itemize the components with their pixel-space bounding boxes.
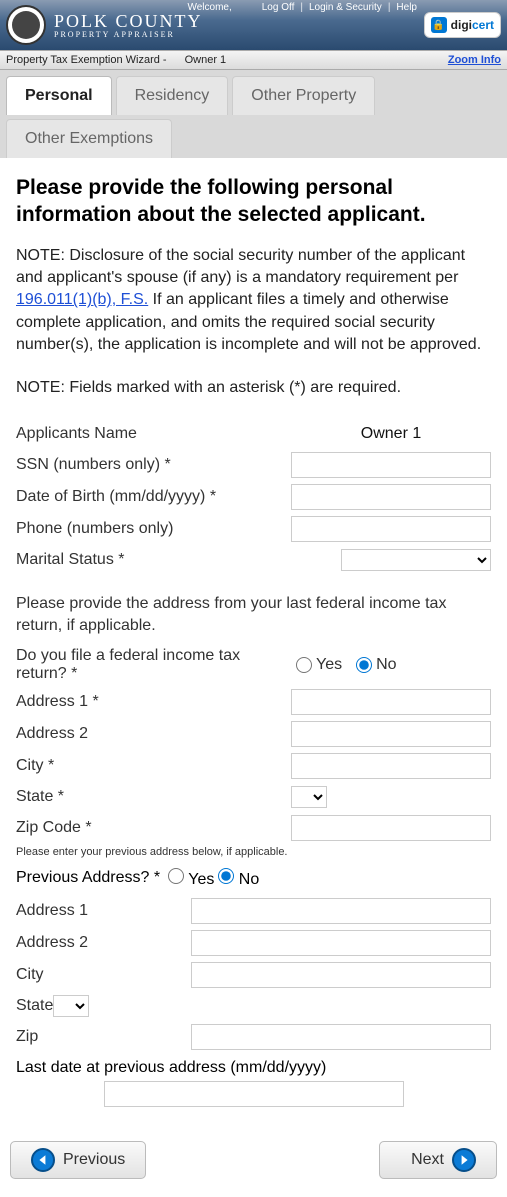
next-button-label: Next: [411, 1151, 444, 1169]
prev-address1-label: Address 1: [16, 902, 88, 920]
applicants-name-value: Owner 1: [291, 425, 491, 443]
welcome-label: Welcome,: [187, 2, 231, 13]
prev-state-select[interactable]: [53, 995, 89, 1017]
prev-address1-input[interactable]: [191, 898, 491, 924]
prev-city-label: City: [16, 966, 44, 984]
federal-return-question: Do you file a federal income tax return?…: [16, 647, 286, 683]
address1-label: Address 1 *: [16, 693, 291, 711]
marital-label: Marital Status *: [16, 551, 341, 569]
prev-zip-input[interactable]: [191, 1024, 491, 1050]
city-label: City *: [16, 757, 291, 775]
previous-no-radio[interactable]: [218, 868, 234, 884]
last-date-label: Last date at previous address (mm/dd/yyy…: [16, 1059, 491, 1077]
dob-input[interactable]: [291, 484, 491, 510]
wizard-owner: Owner 1: [185, 54, 227, 66]
federal-no-option[interactable]: No: [356, 656, 396, 674]
phone-label: Phone (numbers only): [16, 520, 291, 538]
login-security-link[interactable]: Login & Security: [309, 2, 382, 13]
tab-other-exemptions[interactable]: Other Exemptions: [6, 119, 172, 158]
brand-main: POLK COUNTY: [54, 11, 203, 32]
dob-label: Date of Birth (mm/dd/yyyy) *: [16, 488, 291, 506]
nav-bar: Previous Next: [0, 1127, 507, 1197]
note-ssn-disclosure: NOTE: Disclosure of the social security …: [16, 245, 491, 357]
prev-city-input[interactable]: [191, 962, 491, 988]
state-select[interactable]: [291, 786, 327, 808]
city-input[interactable]: [291, 753, 491, 779]
state-label: State *: [16, 788, 291, 806]
federal-yes-radio[interactable]: [296, 657, 312, 673]
previous-button-label: Previous: [63, 1151, 125, 1169]
previous-address-question: Previous Address? *: [16, 869, 160, 887]
ssn-input[interactable]: [291, 452, 491, 478]
logoff-link[interactable]: Log Off: [262, 2, 295, 13]
tab-other-property[interactable]: Other Property: [232, 76, 375, 115]
marital-select[interactable]: [341, 549, 491, 571]
phone-input[interactable]: [291, 516, 491, 542]
prev-state-label: State: [16, 997, 53, 1015]
brand-block: POLK COUNTY PROPERTY APPRAISER: [54, 11, 203, 39]
zoom-info-link[interactable]: Zoom Info: [448, 54, 501, 66]
county-seal-icon: [6, 5, 46, 45]
previous-yes-radio[interactable]: [168, 868, 184, 884]
tab-residency[interactable]: Residency: [116, 76, 229, 115]
page-heading: Please provide the following personal in…: [16, 174, 491, 229]
federal-address-text: Please provide the address from your las…: [16, 593, 491, 638]
statute-link[interactable]: 196.011(1)(b), F.S.: [16, 291, 148, 308]
ssn-label: SSN (numbers only) *: [16, 456, 291, 474]
zip-label: Zip Code *: [16, 819, 291, 837]
prev-zip-label: Zip: [16, 1028, 38, 1046]
top-links: Welcome, Log Off | Login & Security | He…: [187, 2, 417, 13]
zip-input[interactable]: [291, 815, 491, 841]
help-link[interactable]: Help: [396, 2, 417, 13]
last-date-input[interactable]: [104, 1081, 404, 1107]
previous-address-note: Please enter your previous address below…: [16, 846, 491, 858]
lock-icon: 🔒: [431, 17, 447, 33]
address2-input[interactable]: [291, 721, 491, 747]
content-panel: Please provide the following personal in…: [0, 162, 507, 1127]
digicert-badge[interactable]: 🔒 digicert: [424, 12, 501, 38]
next-button[interactable]: Next: [379, 1141, 497, 1179]
previous-no-option[interactable]: No: [218, 868, 259, 889]
wizard-breadcrumb-bar: Property Tax Exemption Wizard - Owner 1 …: [0, 50, 507, 70]
note-required-fields: NOTE: Fields marked with an asterisk (*)…: [16, 377, 491, 399]
wizard-title: Property Tax Exemption Wizard -: [6, 54, 167, 66]
federal-no-radio[interactable]: [356, 657, 372, 673]
tab-personal[interactable]: Personal: [6, 76, 112, 115]
arrow-right-icon: [452, 1148, 476, 1172]
federal-yes-option[interactable]: Yes: [296, 656, 342, 674]
address1-input[interactable]: [291, 689, 491, 715]
top-banner: POLK COUNTY PROPERTY APPRAISER Welcome, …: [0, 0, 507, 50]
tab-bar: Personal Residency Other Property Other …: [0, 70, 507, 158]
address2-label: Address 2: [16, 725, 291, 743]
prev-address2-input[interactable]: [191, 930, 491, 956]
previous-yes-option[interactable]: Yes: [168, 868, 214, 889]
previous-button[interactable]: Previous: [10, 1141, 146, 1179]
applicants-name-label: Applicants Name: [16, 425, 291, 443]
arrow-left-icon: [31, 1148, 55, 1172]
prev-address2-label: Address 2: [16, 934, 88, 952]
